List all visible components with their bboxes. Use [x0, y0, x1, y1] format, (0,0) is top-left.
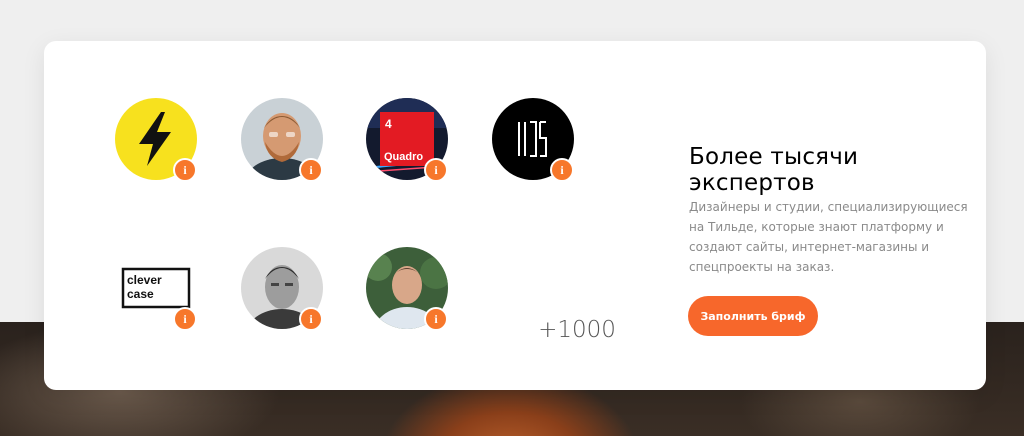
quadro-number: 4 — [385, 117, 392, 131]
info-icon[interactable]: i — [424, 307, 448, 331]
info-icon[interactable]: i — [299, 158, 323, 182]
experts-title: Более тысячи экспертов — [689, 144, 859, 196]
info-icon[interactable]: i — [299, 307, 323, 331]
info-icon[interactable]: i — [550, 158, 574, 182]
experts-more-count: +1000 — [538, 317, 616, 343]
experts-description: Дизайнеры и студии, специализирующиеся н… — [689, 200, 968, 274]
fill-brief-button[interactable]: Заполнить бриф — [688, 296, 818, 336]
clever-label: clever — [127, 273, 162, 287]
info-icon[interactable]: i — [173, 307, 197, 331]
info-icon[interactable]: i — [173, 158, 197, 182]
info-icon[interactable]: i — [424, 158, 448, 182]
experts-card: i i 4 Quadro i i clever case i i i +1000… — [44, 41, 986, 390]
quadro-label: Quadro — [384, 151, 423, 163]
case-label: case — [127, 287, 154, 301]
